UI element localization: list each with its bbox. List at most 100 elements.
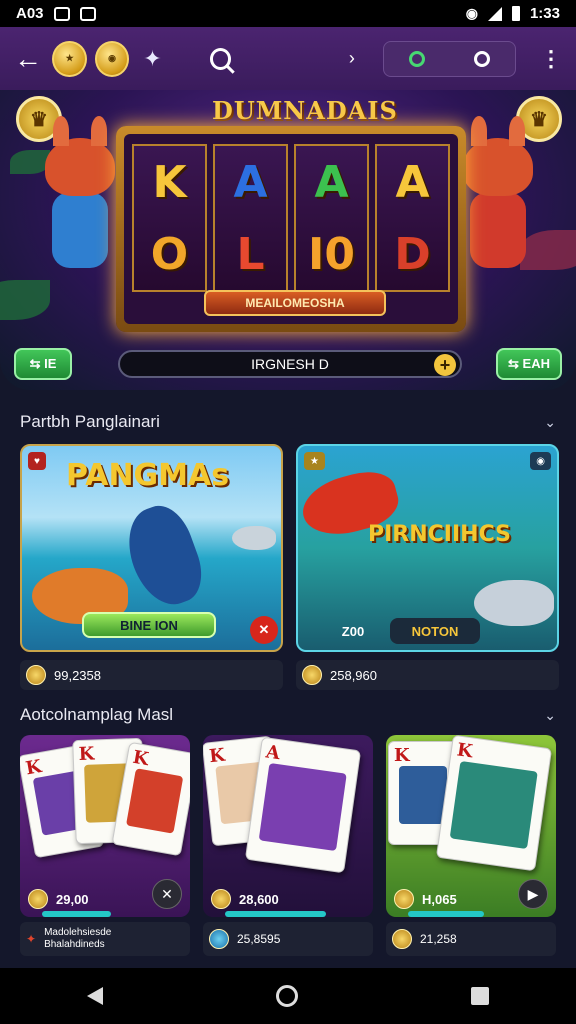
reel-symbol: A — [314, 156, 349, 208]
heart-icon: ♥ — [28, 452, 46, 470]
sparkle-icon[interactable]: ✦ — [143, 46, 161, 72]
game-subtitle-2: Bhalahdineds — [44, 939, 105, 950]
game-amount: H,065 — [422, 891, 457, 907]
notification-icon — [53, 6, 70, 21]
play-icon[interactable]: ▶ — [518, 879, 548, 909]
game-title: PIRNCIIHCS — [368, 522, 511, 547]
reel-symbol: K — [152, 156, 187, 208]
slot-marquee: MEAILOMEOSHA — [204, 290, 386, 316]
game-info-row: ✦ Madolehsiesde Bhalahdineds — [20, 922, 190, 956]
card-foot: 28,600 — [211, 887, 365, 911]
fish-art — [232, 526, 276, 550]
section-title: Aotcolnamplag Masl — [20, 705, 174, 724]
link-icon[interactable] — [474, 50, 491, 67]
add-icon[interactable]: + — [434, 354, 456, 376]
game-info-row: 258,960 — [296, 660, 559, 690]
coin-icon — [28, 889, 48, 909]
progress-bar — [42, 911, 111, 917]
game-info-row: 99,2358 — [20, 660, 283, 690]
status-bar: A03 ◉ 1:33 — [0, 0, 576, 27]
jackpot-progress: IRGNESH D + — [118, 350, 462, 378]
playing-card: A — [244, 736, 362, 874]
hero-title: DUMNADAIS — [212, 96, 398, 125]
gold-coin-icon[interactable]: ★ — [52, 40, 87, 77]
hero-right-button[interactable]: ⇆ EAH — [496, 348, 562, 380]
reel-symbol: A — [233, 156, 268, 208]
game-tag: ★ — [304, 452, 325, 470]
top-app-bar: ← ★ ◉ ✦ › ⋮ — [0, 27, 576, 90]
carrier-label: A03 — [16, 5, 44, 22]
coin-icon — [211, 889, 231, 909]
reel-symbol: A — [395, 156, 430, 208]
signal-icon — [487, 6, 502, 21]
nav-back-icon[interactable] — [86, 987, 103, 1005]
nav-home-icon[interactable] — [275, 985, 298, 1007]
slot-reels: K O A L A I0 A D — [132, 144, 450, 292]
fish-art — [116, 498, 212, 614]
progress-bar — [408, 911, 484, 917]
top-actions-pill — [382, 40, 516, 77]
game-subtitle: 25,8595 — [237, 932, 281, 946]
game-amount: 258,960 — [330, 667, 377, 683]
coin-icon — [394, 889, 414, 909]
gallery-icon — [79, 6, 96, 21]
section-title: Partbh Panglainari — [20, 412, 160, 431]
game-subtitle: Madolehsiesde — [44, 927, 112, 938]
card-game-tile[interactable]: K K H,065 ▶ — [386, 735, 556, 917]
coin-icon — [26, 665, 46, 685]
chevron-right-icon[interactable]: › — [349, 48, 355, 69]
coin-tag: ◉ — [530, 452, 551, 470]
card-game-tile[interactable]: K K K 29,00 ✕ — [20, 735, 190, 917]
game-amount: 29,00 — [56, 891, 89, 907]
slot-reel: A I0 — [294, 144, 369, 292]
section-header-2[interactable]: Aotcolnamplag Masl ⌄ — [20, 705, 556, 725]
reel-symbol: O — [150, 228, 189, 280]
game-title: PANGMAs — [66, 458, 230, 493]
refresh-icon[interactable] — [408, 50, 425, 67]
game-info-row: 25,8595 — [203, 922, 373, 956]
progress-label: IRGNESH D — [251, 356, 329, 372]
clock: 1:33 — [529, 5, 560, 22]
game-subtitle: 21,258 — [420, 932, 457, 946]
slot-reel: KO — [132, 144, 207, 292]
slot-reel: AD — [375, 144, 450, 292]
hero-left-button[interactable]: ⇆ IE — [14, 348, 72, 380]
search-icon[interactable] — [209, 47, 231, 70]
game-card-pirnciihcs[interactable]: ★ ◉ PIRNCIIHCS Z00 NOTON — [296, 444, 559, 652]
close-icon[interactable]: ✕ — [152, 879, 182, 909]
slot-reel: AL — [213, 144, 288, 292]
game-amount: 28,600 — [239, 891, 279, 907]
game-amount: 99,2358 — [54, 667, 101, 683]
flame-icon: ✦ — [26, 932, 37, 946]
gem-icon — [209, 929, 229, 949]
bonus-coin-icon[interactable]: ◉ — [94, 40, 130, 77]
fish-art — [474, 580, 554, 626]
card-game-tile[interactable]: K A 28,600 — [203, 735, 373, 917]
coin-icon — [302, 665, 322, 685]
play-button[interactable]: BINE ION — [82, 612, 216, 638]
progress-bar — [225, 911, 326, 917]
slot-machine[interactable]: K O A L A I0 A D MEAILOMEOSHA — [116, 126, 466, 332]
game-info-row: 21,258 — [386, 922, 556, 956]
play-button[interactable]: NOTON — [390, 618, 480, 644]
mascot-left — [36, 116, 124, 298]
mascot-right — [454, 116, 542, 298]
hero-banner[interactable]: ♛ ♛ DUMNADAIS K O A L A I0 A D MEAILOMEOSHA ⇆ I… — [0, 90, 576, 390]
wifi-icon: ◉ — [465, 5, 478, 21]
reel-symbol: I0 — [308, 228, 355, 280]
game-card-pangmas[interactable]: ♥ PANGMAs BINE ION ✕ — [20, 444, 283, 652]
close-icon[interactable]: ✕ — [250, 616, 278, 644]
coin-icon — [392, 929, 412, 949]
nav-recents-icon[interactable] — [471, 987, 490, 1005]
playing-card: K — [435, 735, 553, 872]
reel-symbol: L — [236, 228, 265, 280]
reel-symbol: D — [394, 228, 431, 280]
more-icon[interactable]: ⋮ — [540, 46, 562, 72]
back-icon[interactable]: ← — [14, 43, 44, 75]
section-header-1[interactable]: Partbh Panglainari ⌄ — [20, 412, 556, 432]
battery-icon — [511, 6, 520, 21]
chevron-down-icon[interactable]: ⌄ — [544, 414, 556, 431]
game-stat: Z00 — [341, 623, 365, 639]
system-nav-bar — [0, 968, 576, 1024]
chevron-down-icon[interactable]: ⌄ — [544, 707, 556, 724]
